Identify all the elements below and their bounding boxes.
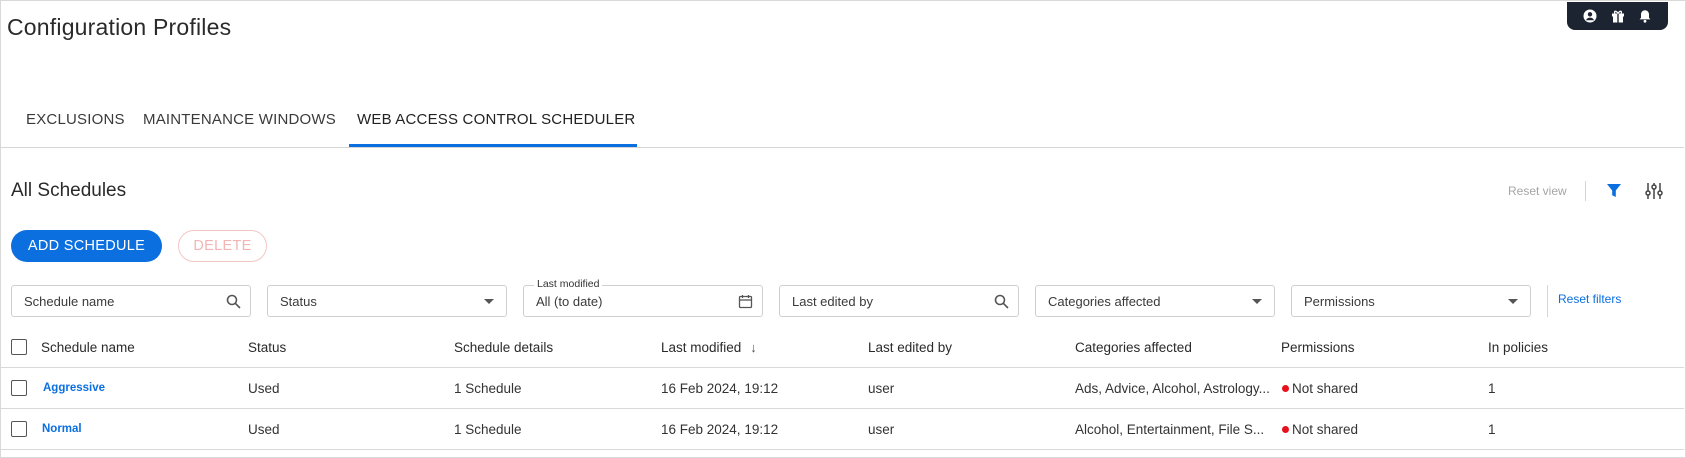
table-header: Schedule name Status Schedule details La… [0, 327, 1684, 368]
categories-cell: Alcohol, Entertainment, File S... [1075, 421, 1265, 437]
column-header-status[interactable]: Status [248, 327, 286, 367]
status-filter-value: Status [280, 293, 317, 309]
tab-maintenance-windows[interactable]: MAINTENANCE WINDOWS [143, 111, 336, 128]
tab-bar: EXCLUSIONS MAINTENANCE WINDOWS WEB ACCES… [0, 95, 1684, 148]
column-header-last-modified-label: Last modified [661, 339, 742, 355]
schedule-details-cell: 1 Schedule [454, 380, 522, 396]
categories-filter[interactable]: Categories affected [1035, 285, 1275, 317]
permissions-cell: Not shared [1282, 409, 1358, 449]
schedule-details-cell: 1 Schedule [454, 421, 522, 437]
column-header-schedule-name[interactable]: Schedule name [41, 327, 135, 367]
reset-view-link[interactable]: Reset view [1508, 184, 1567, 198]
column-header-last-modified[interactable]: Last modified ↓ [661, 327, 757, 367]
schedule-name-placeholder: Schedule name [24, 293, 115, 309]
page-title: Configuration Profiles [7, 14, 232, 40]
permissions-value: Not shared [1292, 380, 1359, 396]
tab-web-access-control-scheduler[interactable]: WEB ACCESS CONTROL SCHEDULER [357, 111, 635, 128]
column-header-permissions[interactable]: Permissions [1281, 327, 1355, 367]
table-row[interactable]: Aggressive Used 1 Schedule 16 Feb 2024, … [0, 368, 1684, 409]
last-edited-by-cell: user [868, 380, 895, 396]
last-edited-by-placeholder: Last edited by [792, 293, 873, 309]
chevron-down-icon [484, 299, 494, 304]
column-settings-icon[interactable] [1644, 181, 1664, 201]
status-cell: Used [248, 421, 280, 437]
in-policies-cell: 1 [1488, 421, 1496, 437]
last-edited-by-cell: user [868, 421, 895, 437]
column-header-last-edited-by[interactable]: Last edited by [868, 327, 952, 367]
last-modified-label: Last modified [534, 278, 603, 290]
schedule-name-link[interactable]: Aggressive [43, 368, 105, 408]
divider [1585, 181, 1586, 201]
permissions-filter-value: Permissions [1304, 293, 1375, 309]
bell-icon[interactable] [1637, 8, 1653, 24]
user-icon[interactable] [1582, 8, 1598, 24]
schedule-name-filter[interactable]: Schedule name [11, 285, 251, 317]
status-dot-icon [1282, 425, 1289, 433]
search-icon [226, 294, 241, 309]
chevron-down-icon [1508, 299, 1518, 304]
calendar-icon[interactable] [738, 294, 753, 309]
column-header-in-policies[interactable]: In policies [1488, 327, 1548, 367]
column-header-categories-affected[interactable]: Categories affected [1075, 327, 1192, 367]
in-policies-cell: 1 [1488, 380, 1496, 396]
last-modified-value: All (to date) [536, 293, 603, 309]
section-title: All Schedules [11, 180, 127, 201]
schedules-table: Schedule name Status Schedule details La… [0, 327, 1684, 450]
reset-filters-link[interactable]: Reset filters [1558, 292, 1621, 306]
active-tab-indicator [349, 144, 637, 147]
last-modified-filter[interactable]: Last modified All (to date) [523, 278, 763, 317]
search-icon [994, 294, 1009, 309]
categories-cell: Ads, Advice, Alcohol, Astrology... [1075, 380, 1270, 396]
status-cell: Used [248, 380, 280, 396]
divider [1547, 285, 1548, 317]
tab-exclusions[interactable]: EXCLUSIONS [26, 111, 125, 128]
table-row[interactable]: Normal Used 1 Schedule 16 Feb 2024, 19:1… [0, 409, 1684, 450]
last-edited-by-filter[interactable]: Last edited by [779, 285, 1019, 317]
filter-icon[interactable] [1604, 181, 1624, 201]
permissions-cell: Not shared [1282, 368, 1358, 408]
status-dot-icon [1282, 384, 1289, 392]
schedule-name-link[interactable]: Normal [42, 409, 82, 449]
last-modified-cell: 16 Feb 2024, 19:12 [661, 421, 779, 437]
permissions-filter[interactable]: Permissions [1291, 285, 1531, 317]
categories-filter-value: Categories affected [1048, 293, 1161, 309]
column-header-schedule-details[interactable]: Schedule details [454, 327, 553, 367]
sort-down-icon: ↓ [750, 339, 757, 355]
gift-icon[interactable] [1610, 8, 1626, 24]
select-all-checkbox[interactable] [11, 339, 27, 355]
row-checkbox[interactable] [11, 380, 27, 396]
chevron-down-icon [1252, 299, 1262, 304]
row-checkbox[interactable] [11, 421, 27, 437]
add-schedule-button[interactable]: ADD SCHEDULE [11, 230, 162, 262]
last-modified-cell: 16 Feb 2024, 19:12 [661, 380, 779, 396]
delete-button[interactable]: DELETE [178, 230, 267, 262]
top-toolbar [1567, 2, 1668, 30]
permissions-value: Not shared [1292, 421, 1359, 437]
status-filter[interactable]: Status [267, 285, 507, 317]
